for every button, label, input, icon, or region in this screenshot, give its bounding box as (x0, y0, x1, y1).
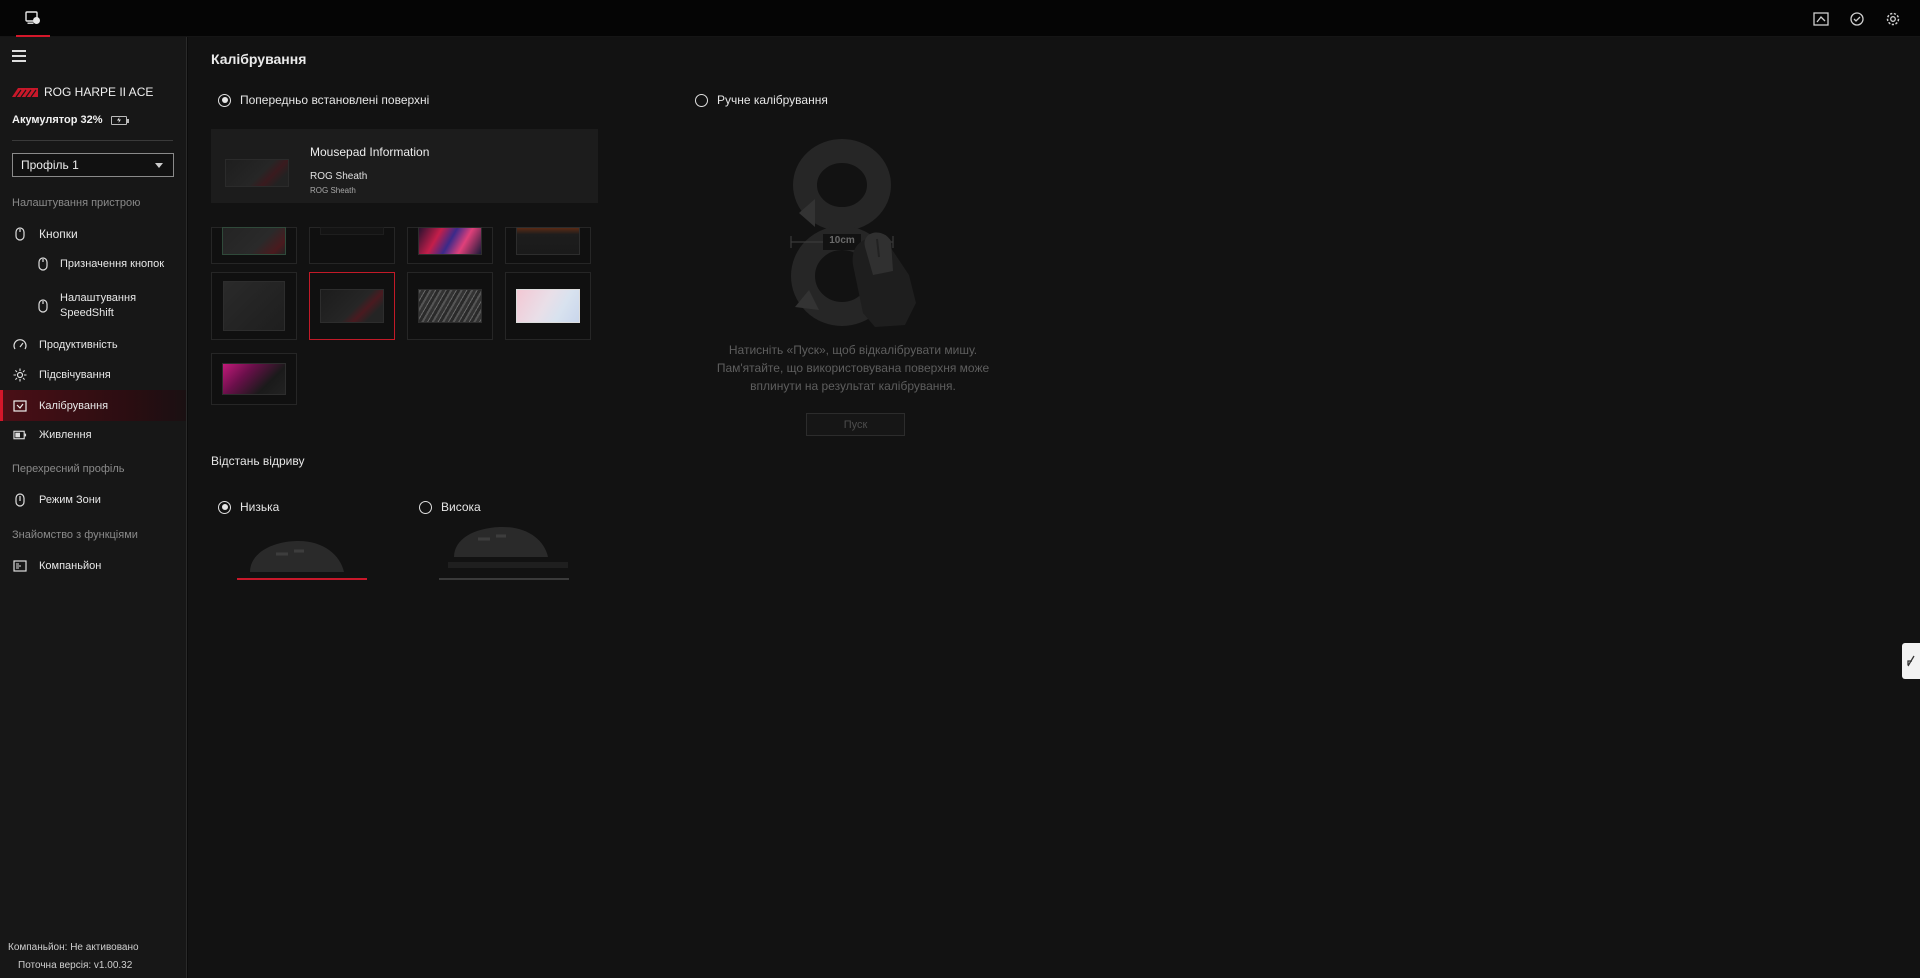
sidebar-item-label: Живлення (39, 429, 92, 441)
mousepad-thumbnail (225, 159, 289, 187)
mousepad-info-card: Mousepad Information ROG Sheath ROG Shea… (211, 129, 598, 203)
menu-icon[interactable] (12, 50, 26, 62)
sync-icon[interactable] (1848, 10, 1866, 28)
lift-low-radio[interactable] (218, 500, 231, 514)
mouse-icon (36, 299, 50, 313)
main-content: Калібрування Попередньо встановлені пове… (188, 37, 1920, 978)
sidebar-item-label: Компаньйон (39, 560, 102, 572)
lift-low-underline (237, 578, 367, 580)
sidebar-item-speedshift-text: Налаштування SpeedShift (60, 291, 136, 321)
lift-high-underline (439, 578, 569, 580)
divider (12, 140, 173, 141)
section-features: Знайомство з функціями (12, 529, 138, 541)
app-tab[interactable] (16, 6, 50, 37)
mousepad-option[interactable] (211, 227, 297, 264)
lift-high-radio[interactable] (419, 500, 432, 514)
lift-high-label: Висока (441, 500, 481, 514)
calibration-distance-label: 10cm (829, 235, 855, 246)
lift-off-title: Відстань відриву (211, 454, 305, 468)
mousepad-option[interactable] (505, 227, 591, 264)
manual-calibration-radio[interactable] (695, 93, 708, 107)
side-panel-toggle[interactable] (1902, 643, 1920, 679)
instruction-line: вплинути на результат калібрування. (750, 379, 956, 393)
title-bar (0, 0, 1920, 37)
instruction-line: Пам'ятайте, що використовувана поверхня … (716, 361, 990, 375)
sidebar-item-buttons[interactable]: Кнопки (0, 223, 186, 245)
mousepad-option[interactable] (309, 227, 395, 264)
expand-arrow-icon (1907, 655, 1915, 667)
mouse-low-illustration (250, 540, 344, 572)
preset-surfaces-radio[interactable] (218, 93, 231, 107)
manual-calibration-option[interactable]: Ручне калібрування (695, 93, 828, 107)
device-header: ROG HARPE II ACE (12, 85, 153, 99)
sidebar-item-label: Підсвічування (39, 369, 111, 381)
sidebar-item-zone-mode[interactable]: Режим Зони (0, 489, 186, 511)
instruction-line: Натисніть «Пуск», щоб відкалібрувати миш… (728, 343, 978, 357)
calibration-icon (13, 399, 27, 413)
battery-status: Акумулятор 32% (12, 114, 129, 126)
sidebar: ROG HARPE II ACE Акумулятор 32% Профіль … (0, 37, 187, 978)
battery-label: Акумулятор 32% (12, 114, 103, 126)
mousepad-option[interactable] (407, 272, 493, 340)
sidebar-item-companion[interactable]: Компаньйон (0, 555, 186, 577)
mouse-icon (13, 493, 27, 507)
screenshot-icon[interactable] (1812, 10, 1830, 28)
mousepad-subname: ROG Sheath (310, 186, 356, 195)
chevron-down-icon (155, 162, 163, 168)
mousepad-option-selected[interactable] (309, 272, 395, 340)
mouse-high-illustration (448, 526, 568, 568)
start-calibration-button[interactable]: Пуск (806, 413, 905, 436)
mousepad-grid (211, 227, 611, 457)
sidebar-item-label: Продуктивність (39, 339, 118, 351)
sidebar-item-button-assignment[interactable]: Призначення кнопок (0, 253, 186, 275)
companion-status: Компаньйон: Не активовано (8, 942, 139, 953)
preset-surfaces-label: Попередньо встановлені поверхні (240, 93, 430, 107)
mousepad-option[interactable] (211, 353, 297, 405)
lift-high-option[interactable]: Висока (419, 500, 481, 514)
sidebar-item-calibration[interactable]: Калібрування (0, 390, 186, 421)
sidebar-item-label: SpeedShift (60, 307, 114, 319)
profile-dropdown[interactable]: Профіль 1 (12, 153, 174, 177)
battery-icon (13, 428, 27, 442)
rog-logo-icon (12, 87, 38, 97)
app-version: Поточна версія: v1.00.32 (18, 960, 133, 971)
sidebar-item-label: Калібрування (39, 399, 109, 412)
profile-selected: Профіль 1 (21, 158, 79, 172)
mousepad-option[interactable] (505, 272, 591, 340)
lift-low-label: Низька (240, 500, 280, 514)
section-cross-profile: Перехресний профіль (12, 463, 125, 475)
light-icon (13, 368, 27, 382)
manual-calibration-label: Ручне калібрування (717, 93, 828, 107)
sidebar-item-label: Призначення кнопок (60, 258, 165, 270)
sidebar-item-label: Кнопки (39, 227, 78, 241)
figure-eight-illustration (790, 139, 916, 327)
sidebar-item-speedshift[interactable]: Налаштування SpeedShift (0, 290, 186, 322)
lift-low-option[interactable]: Низька (218, 500, 279, 514)
mousepad-info-title: Mousepad Information (310, 145, 430, 159)
mousepad-name: ROG Sheath (310, 171, 368, 182)
gear-icon[interactable] (1884, 10, 1902, 28)
mousepad-option[interactable] (407, 227, 493, 264)
preset-surfaces-option[interactable]: Попередньо встановлені поверхні (218, 93, 429, 107)
mousepad-option[interactable] (211, 272, 297, 340)
speedometer-icon (13, 338, 27, 352)
mouse-app-icon (25, 11, 40, 24)
sidebar-item-power[interactable]: Живлення (0, 424, 186, 446)
calibration-instructions: Натисніть «Пуск», щоб відкалібрувати миш… (708, 341, 998, 395)
companion-icon (13, 559, 27, 573)
sidebar-item-lighting[interactable]: Підсвічування (0, 364, 186, 386)
page-title: Калібрування (211, 51, 307, 67)
sidebar-item-label: Налаштування (60, 292, 137, 304)
sidebar-item-performance[interactable]: Продуктивність (0, 334, 186, 356)
section-device-settings: Налаштування пристрою (12, 197, 141, 209)
battery-icon (110, 115, 129, 125)
sidebar-item-label: Режим Зони (39, 494, 101, 506)
mouse-icon (13, 227, 27, 241)
mouse-icon (36, 257, 50, 271)
device-name: ROG HARPE II ACE (44, 85, 154, 99)
